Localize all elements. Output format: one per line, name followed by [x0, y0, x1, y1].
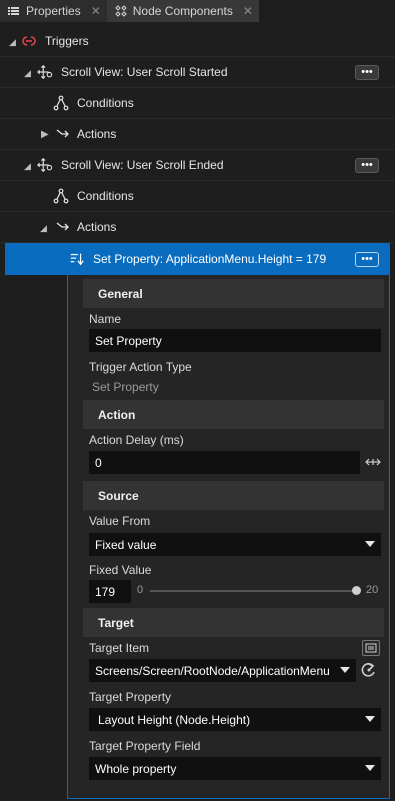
tab-properties[interactable]: Properties ✕	[0, 0, 107, 22]
tree-item-label: Actions	[77, 127, 117, 141]
conditions-icon	[53, 95, 69, 111]
target-property-label: Target Property	[89, 690, 172, 704]
tree-item-conditions[interactable]: Conditions	[0, 181, 395, 212]
dropdown-value: Layout Height (Node.Height)	[98, 712, 251, 727]
tab-bar: Properties ✕ Node Components ✕	[0, 0, 395, 22]
tab-label: Properties	[26, 4, 81, 18]
browse-node-icon[interactable]	[362, 640, 380, 656]
tree-item-trigger-scroll-ended[interactable]: ◢ Scroll View: User Scroll Ended •••	[0, 150, 395, 181]
slider-min-label: 0	[137, 584, 144, 596]
list-icon	[8, 5, 20, 17]
more-options-button[interactable]: •••	[355, 157, 379, 173]
triggers-icon	[21, 33, 37, 49]
tree-item-label: Conditions	[77, 96, 134, 110]
trigger-action-type-label: Trigger Action Type	[89, 360, 192, 374]
fixed-value-label: Fixed Value	[89, 563, 152, 577]
expand-right-icon[interactable]: ▶	[41, 129, 49, 140]
action-delay-label: Action Delay (ms)	[89, 433, 184, 447]
section-source[interactable]: Source	[83, 481, 384, 510]
actions-icon	[55, 126, 71, 142]
slider-handle[interactable]	[351, 586, 361, 595]
set-property-icon	[69, 251, 85, 267]
chevron-down-icon	[340, 667, 350, 673]
slider-max-label: 20	[366, 584, 379, 596]
close-icon[interactable]: ✕	[243, 4, 253, 18]
dropdown-value: Fixed value	[95, 537, 157, 552]
tree-item-label: Triggers	[45, 34, 89, 48]
tree-item-label: Scroll View: User Scroll Ended	[61, 158, 224, 172]
target-property-dropdown[interactable]: Layout Height (Node.Height)	[89, 708, 381, 731]
tree-item-label: Scroll View: User Scroll Started	[61, 65, 228, 79]
target-item-label: Target Item	[89, 641, 150, 655]
expand-down-icon[interactable]: ◢	[40, 223, 47, 234]
tree-item-triggers[interactable]: ◢ Triggers	[0, 26, 395, 57]
tree-item-label: Actions	[77, 220, 117, 234]
tree-item-trigger-scroll-started[interactable]: ◢ Scroll View: User Scroll Started •••	[0, 57, 395, 88]
actions-icon	[55, 219, 71, 235]
conditions-icon	[53, 188, 69, 204]
reset-icon[interactable]	[361, 662, 377, 681]
expand-down-icon[interactable]: ◢	[9, 37, 16, 48]
fixed-value-field[interactable]: 179	[89, 580, 131, 603]
tree-item-actions[interactable]: ▶ Actions	[0, 119, 395, 150]
target-property-field-label: Target Property Field	[89, 739, 201, 753]
chevron-down-icon	[365, 541, 375, 547]
fixed-value-slider[interactable]	[150, 590, 356, 592]
section-action[interactable]: Action	[83, 400, 384, 429]
expand-down-icon[interactable]: ◢	[24, 161, 31, 172]
tree-indent-gutter	[0, 275, 67, 801]
tree-item-actions[interactable]: ◢ Actions	[0, 212, 395, 243]
trigger-icon	[37, 64, 53, 80]
section-target[interactable]: Target	[83, 608, 384, 637]
dropdown-value: Whole property	[95, 761, 177, 776]
more-options-button[interactable]: •••	[355, 64, 379, 80]
section-general[interactable]: General	[83, 279, 384, 308]
trigger-icon	[37, 157, 53, 173]
chevron-down-icon	[365, 765, 375, 771]
trigger-action-type-value: Set Property	[92, 380, 159, 394]
value-from-label: Value From	[89, 514, 151, 528]
tab-node-components[interactable]: Node Components ✕	[106, 0, 259, 22]
tree-item-set-property[interactable]: Set Property: ApplicationMenu.Height = 1…	[5, 243, 390, 275]
name-field[interactable]: Set Property	[89, 329, 381, 352]
components-icon	[115, 5, 127, 17]
action-delay-field[interactable]: 0	[89, 451, 360, 474]
tree-item-conditions[interactable]: Conditions	[0, 88, 395, 119]
more-options-button[interactable]: •••	[355, 251, 379, 267]
expand-down-icon[interactable]: ◢	[24, 68, 31, 79]
chevron-down-icon	[365, 716, 375, 722]
tree-item-label: Set Property: ApplicationMenu.Height = 1…	[93, 252, 327, 266]
dropdown-value: Screens/Screen/RootNode/ApplicationMenu	[95, 663, 330, 678]
value-from-dropdown[interactable]: Fixed value	[89, 533, 381, 556]
name-label: Name	[89, 312, 122, 326]
tab-label: Node Components	[132, 4, 233, 18]
drag-adjust-icon[interactable]	[364, 456, 382, 471]
target-item-dropdown[interactable]: Screens/Screen/RootNode/ApplicationMenu	[89, 659, 356, 682]
tree-item-label: Conditions	[77, 189, 134, 203]
target-property-field-dropdown[interactable]: Whole property	[89, 757, 381, 780]
close-icon[interactable]: ✕	[91, 4, 101, 18]
